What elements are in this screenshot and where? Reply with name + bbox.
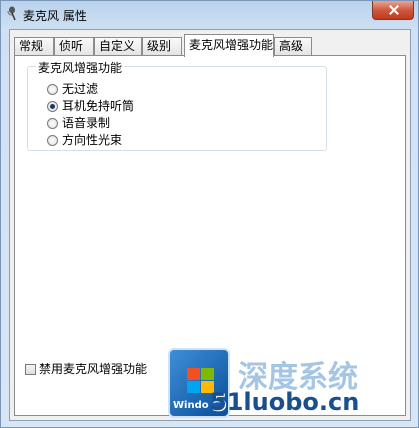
watermark-text: 51luobo.cn — [210, 388, 360, 416]
radio-voice-recording[interactable]: 语音录制 — [47, 115, 110, 131]
tab-advanced[interactable]: 高级 — [274, 37, 312, 55]
logo-text: Windo — [173, 400, 209, 411]
radio-label: 无过滤 — [62, 82, 99, 96]
radio-button[interactable] — [47, 118, 58, 129]
close-button[interactable] — [372, 1, 414, 20]
disable-enhancements-checkbox[interactable]: 禁用麦克风增强功能 — [25, 361, 147, 377]
window-title: 麦克风 属性 — [23, 9, 87, 23]
tab-listen[interactable]: 侦听 — [54, 37, 94, 55]
radio-headset[interactable]: 耳机免持听筒 — [47, 98, 134, 114]
radio-button-checked[interactable] — [47, 101, 58, 112]
tab-levels[interactable]: 级别 — [142, 37, 182, 55]
radio-button[interactable] — [47, 135, 58, 146]
title-bar[interactable]: 麦克风 属性 — [1, 1, 418, 29]
checkbox[interactable] — [25, 364, 36, 375]
radio-no-filter[interactable]: 无过滤 — [47, 81, 98, 97]
microphone-icon — [6, 6, 20, 22]
tab-enhancements[interactable]: 麦克风增强功能 — [184, 34, 274, 57]
radio-label: 语音录制 — [62, 116, 111, 130]
tab-general[interactable]: 常规 — [14, 37, 54, 55]
site-watermark: Windo 深度系统 51luobo.cn — [168, 348, 419, 428]
radio-button[interactable] — [47, 84, 58, 95]
group-label: 麦克风增强功能 — [36, 59, 125, 76]
radio-label: 方向性光束 — [62, 133, 123, 147]
radio-beamforming[interactable]: 方向性光束 — [47, 132, 122, 148]
radio-label: 耳机免持听筒 — [62, 99, 135, 113]
checkbox-label: 禁用麦克风增强功能 — [39, 362, 148, 376]
tab-custom[interactable]: 自定义 — [94, 37, 142, 55]
